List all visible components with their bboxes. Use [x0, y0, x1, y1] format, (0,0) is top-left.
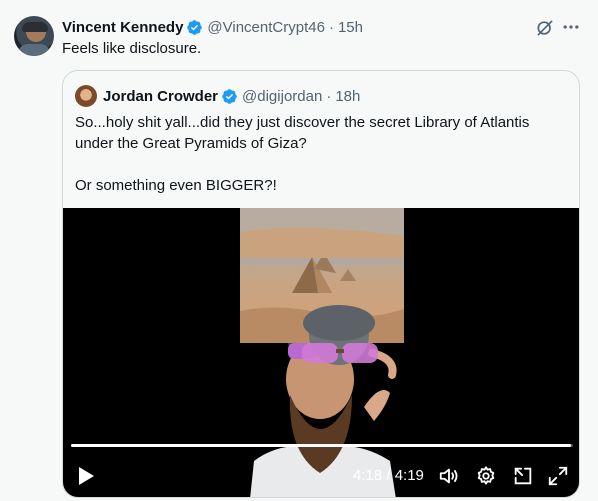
quoted-text: So...holy shit yall...did they just disc…	[75, 112, 569, 217]
quoted-avatar[interactable]	[75, 85, 97, 107]
progress-fill	[71, 444, 571, 447]
volume-icon[interactable]	[438, 465, 460, 487]
separator-dot: ·	[328, 18, 334, 36]
author-name[interactable]: Vincent Kennedy	[62, 19, 183, 36]
tweet-text: Feels like disclosure.	[62, 40, 202, 57]
video-time: 4:18 / 4:19	[353, 467, 424, 484]
quoted-text-paragraph: Or something even BIGGER?!	[75, 177, 277, 194]
verified-badge-icon	[187, 19, 203, 35]
tweet-header: Vincent Kennedy @VincentCrypt46 · 15h	[62, 17, 363, 37]
gear-icon[interactable]	[475, 465, 497, 487]
avatar[interactable]	[14, 16, 54, 56]
timestamp[interactable]: 15h	[338, 19, 363, 36]
video-player[interactable]: 4:18 / 4:19	[63, 208, 579, 497]
separator-dot: ·	[326, 87, 332, 105]
play-icon[interactable]	[77, 466, 95, 486]
progress-bar[interactable]	[71, 444, 573, 447]
video-frame	[240, 251, 404, 497]
quoted-author-name[interactable]: Jordan Crowder	[103, 88, 218, 105]
tweet-card[interactable]: Vincent Kennedy @VincentCrypt46 · 15h Fe…	[0, 0, 598, 501]
verified-badge-icon	[222, 88, 237, 104]
quoted-tweet[interactable]: Jordan Crowder @digijordan · 18h So...ho…	[62, 70, 580, 498]
author-handle[interactable]: @VincentCrypt46	[207, 19, 325, 36]
quoted-text-paragraph: So...holy shit yall...did they just disc…	[75, 114, 530, 152]
grok-icon[interactable]	[535, 18, 555, 38]
quoted-header: Jordan Crowder @digijordan · 18h	[103, 86, 360, 106]
quoted-author-handle[interactable]: @digijordan	[242, 88, 322, 105]
picture-in-picture-icon[interactable]	[512, 465, 534, 487]
quoted-timestamp[interactable]: 18h	[335, 88, 360, 105]
fullscreen-icon[interactable]	[547, 465, 569, 487]
more-icon[interactable]	[561, 17, 581, 37]
